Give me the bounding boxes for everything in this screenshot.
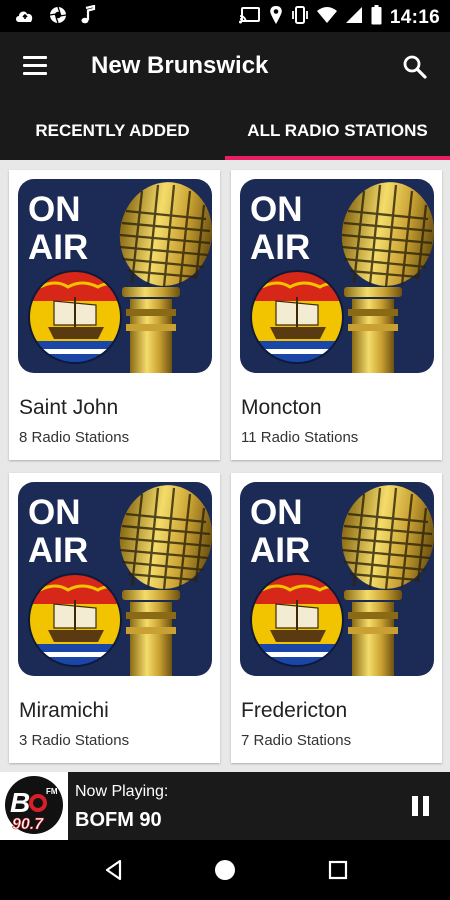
city-name: Moncton xyxy=(241,396,322,419)
station-count: 8 Radio Stations xyxy=(19,429,130,446)
app-bar: New Brunswick xyxy=(0,32,450,102)
tab-bar: RECENTLY ADDED ALL RADIO STATIONS xyxy=(0,102,450,160)
location-icon xyxy=(269,5,283,30)
aperture-icon xyxy=(48,5,68,30)
now-playing-label: Now Playing: xyxy=(75,783,169,800)
on-air-artwork: ON AIR xyxy=(18,482,212,676)
station-count: 11 Radio Stations xyxy=(241,429,359,446)
on-air-artwork: ON AIR xyxy=(240,179,434,373)
now-playing-bar[interactable]: B FM 90.7 Now Playing: BOFM 90 xyxy=(0,772,450,840)
on-air-artwork: ON AIR xyxy=(18,179,212,373)
tab-all-radio-stations[interactable]: ALL RADIO STATIONS xyxy=(225,102,450,160)
station-logo: B FM 90.7 xyxy=(0,772,68,840)
music-note-icon xyxy=(80,4,96,30)
city-name: Miramichi xyxy=(19,699,109,722)
art-text-on: ON xyxy=(250,493,303,532)
battery-icon xyxy=(371,5,382,30)
cloud-upload-icon xyxy=(14,5,36,30)
signal-icon xyxy=(345,6,363,29)
recents-icon[interactable] xyxy=(326,858,350,882)
city-card[interactable]: ON AIR Fredericton 7 Radio Stations xyxy=(231,473,442,763)
menu-icon[interactable] xyxy=(20,53,50,81)
art-text-on: ON xyxy=(250,190,303,229)
city-card[interactable]: ON AIR Moncton 11 Radio Stations xyxy=(231,170,442,460)
vibrate-icon xyxy=(291,5,309,30)
art-text-air: AIR xyxy=(28,531,88,570)
svg-text:FM: FM xyxy=(46,787,58,796)
now-playing-station: BOFM 90 xyxy=(75,809,162,831)
bofm-logo: B FM 90.7 xyxy=(0,772,68,840)
svg-text:B: B xyxy=(10,787,30,818)
on-air-artwork: ON AIR xyxy=(240,482,434,676)
city-card[interactable]: ON AIR Miramichi 3 Radio Stations xyxy=(9,473,220,763)
station-count: 7 Radio Stations xyxy=(241,732,352,749)
art-text-on: ON xyxy=(28,190,81,229)
tab-recently-added[interactable]: RECENTLY ADDED xyxy=(0,102,225,160)
svg-text:90.7: 90.7 xyxy=(12,816,44,833)
status-bar: 14:16 xyxy=(0,0,450,32)
city-name: Fredericton xyxy=(241,699,348,722)
art-text-air: AIR xyxy=(250,228,310,267)
pause-icon[interactable] xyxy=(412,796,430,816)
art-text-air: AIR xyxy=(250,531,310,570)
city-name: Saint John xyxy=(19,396,119,419)
home-icon[interactable] xyxy=(213,858,237,882)
cast-icon xyxy=(238,6,261,29)
station-count: 3 Radio Stations xyxy=(19,732,130,749)
page-title: New Brunswick xyxy=(91,52,269,79)
art-text-on: ON xyxy=(28,493,81,532)
art-text-air: AIR xyxy=(28,228,88,267)
back-icon[interactable] xyxy=(102,858,126,882)
status-time: 14:16 xyxy=(389,6,440,28)
city-card[interactable]: ON AIR Saint John 8 Radio Stations xyxy=(9,170,220,460)
wifi-icon xyxy=(316,6,337,29)
system-nav-bar xyxy=(0,840,450,900)
search-icon[interactable] xyxy=(400,52,430,82)
city-grid: ON AIR Saint John 8 Radio Stations ON AI… xyxy=(0,160,450,772)
